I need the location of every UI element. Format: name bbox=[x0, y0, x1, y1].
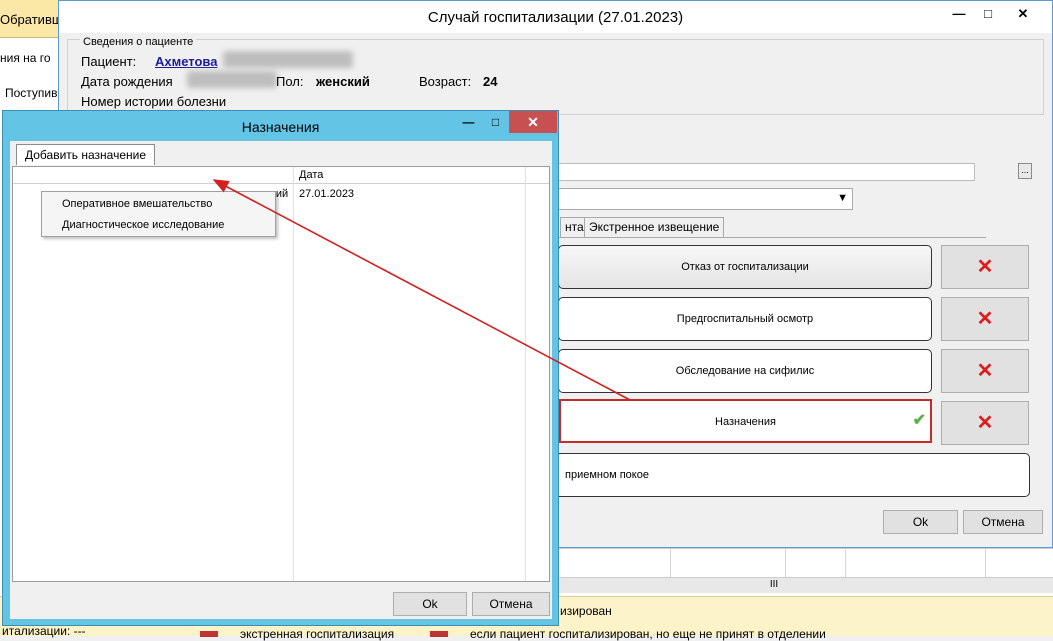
background-status-right: если пациент госпитализирован, но еще не… bbox=[470, 627, 826, 641]
birth-date-label: Дата рождения bbox=[81, 74, 173, 89]
scroll-grip-icon: III bbox=[769, 579, 779, 590]
main-titlebar[interactable]: Случай госпитализации (27.01.2023) — □ ✕ bbox=[59, 1, 1052, 33]
dialog-client-area: Добавить назначение Дата кий 27.01.2023 … bbox=[10, 141, 552, 619]
green-check-icon: ✔ bbox=[912, 412, 926, 429]
grid-cell-date: 27.01.2023 bbox=[299, 188, 355, 200]
admission-room-label: приемном покое bbox=[565, 469, 649, 481]
menu-item-diagnostics[interactable]: Диагностическое исследование bbox=[62, 219, 224, 231]
add-prescription-menu[interactable]: Добавить назначение bbox=[16, 144, 156, 165]
background-left-line-2: Поступив bbox=[5, 86, 58, 100]
main-cancel-button[interactable]: Отмена bbox=[963, 510, 1043, 534]
red-x-icon[interactable]: ✕ bbox=[941, 297, 1029, 341]
grid-column-divider bbox=[525, 167, 526, 581]
refusal-button[interactable]: Отказ от госпитализации bbox=[558, 245, 932, 289]
menu-item-surgery[interactable]: Оперативное вмешательство bbox=[62, 198, 212, 210]
background-status-mid-2: изирован bbox=[560, 604, 612, 618]
close-icon[interactable]: ✕ bbox=[509, 111, 557, 133]
prescriptions-dialog: Назначения — □ ✕ Добавить назначение Дат… bbox=[2, 110, 559, 626]
main-ok-button[interactable]: Ok bbox=[883, 510, 958, 534]
patient-info-legend: Сведения о пациенте bbox=[80, 36, 197, 48]
sex-value: женский bbox=[316, 74, 370, 89]
dialog-cancel-button[interactable]: Отмена bbox=[472, 592, 550, 616]
grid-divider bbox=[985, 549, 986, 577]
syphilis-test-button[interactable]: Обследование на сифилис bbox=[558, 349, 932, 393]
maximize-icon[interactable]: □ bbox=[972, 3, 1004, 25]
status-marker-icon bbox=[200, 631, 218, 637]
prehospital-exam-button[interactable]: Предгоспитальный осмотр bbox=[558, 297, 932, 341]
tab-emergency-notice[interactable]: Экстренное извещение bbox=[584, 217, 725, 237]
dialog-titlebar[interactable]: Назначения — □ ✕ bbox=[3, 111, 558, 141]
red-x-icon[interactable]: ✕ bbox=[941, 349, 1029, 393]
prescriptions-button[interactable]: Назначения ✔ bbox=[559, 399, 932, 443]
patient-name-link[interactable]: Ахметова bbox=[155, 54, 217, 69]
redacted-patient-name bbox=[223, 51, 353, 68]
main-window-title: Случай госпитализации (27.01.2023) bbox=[427, 9, 684, 26]
history-number-label: Номер истории болезни bbox=[81, 94, 227, 109]
syphilis-test-label: Обследование на сифилис bbox=[675, 365, 815, 377]
horizontal-scrollbar[interactable]: III bbox=[495, 577, 1053, 593]
red-x-icon[interactable]: ✕ bbox=[941, 401, 1029, 445]
patient-label: Пациент: bbox=[81, 54, 137, 69]
grid-divider bbox=[845, 549, 846, 577]
dialog-ok-button[interactable]: Ok bbox=[393, 592, 467, 616]
date-column-header: Дата bbox=[299, 169, 324, 181]
background-tab-strip[interactable]: Обративш bbox=[0, 0, 63, 38]
status-marker-icon bbox=[430, 631, 448, 637]
red-x-icon[interactable]: ✕ bbox=[941, 245, 1029, 289]
background-tab-label: Обративш bbox=[0, 12, 63, 27]
admission-room-button[interactable]: приемном покое bbox=[534, 453, 1030, 497]
background-grid: III bbox=[495, 548, 1053, 596]
prescriptions-button-label: Назначения bbox=[715, 416, 776, 428]
info-text-field[interactable] bbox=[495, 163, 975, 181]
add-prescription-dropdown: Оперативное вмешательство Диагностическо… bbox=[41, 191, 276, 237]
grid-divider bbox=[670, 549, 671, 577]
minimize-icon[interactable]: — bbox=[943, 3, 975, 25]
minimize-icon[interactable]: — bbox=[455, 113, 482, 133]
sex-label: Пол: bbox=[276, 74, 304, 89]
chevron-down-icon: ▼ bbox=[837, 192, 848, 204]
main-dropdown[interactable]: ▼ bbox=[553, 188, 853, 210]
grid-header bbox=[13, 167, 549, 184]
background-status-mid-1: экстренная госпитализация bbox=[240, 627, 395, 641]
ellipsis-button[interactable]: ... bbox=[1018, 163, 1032, 179]
age-value: 24 bbox=[483, 74, 498, 89]
grid-column-divider bbox=[293, 167, 294, 581]
redacted-birth-date bbox=[187, 71, 277, 88]
age-label: Возраст: bbox=[419, 74, 472, 89]
close-icon[interactable]: ✕ bbox=[1007, 3, 1039, 25]
grid-divider bbox=[785, 549, 786, 577]
maximize-icon[interactable]: □ bbox=[482, 113, 509, 133]
background-left-line-1: ния на го bbox=[0, 51, 51, 65]
